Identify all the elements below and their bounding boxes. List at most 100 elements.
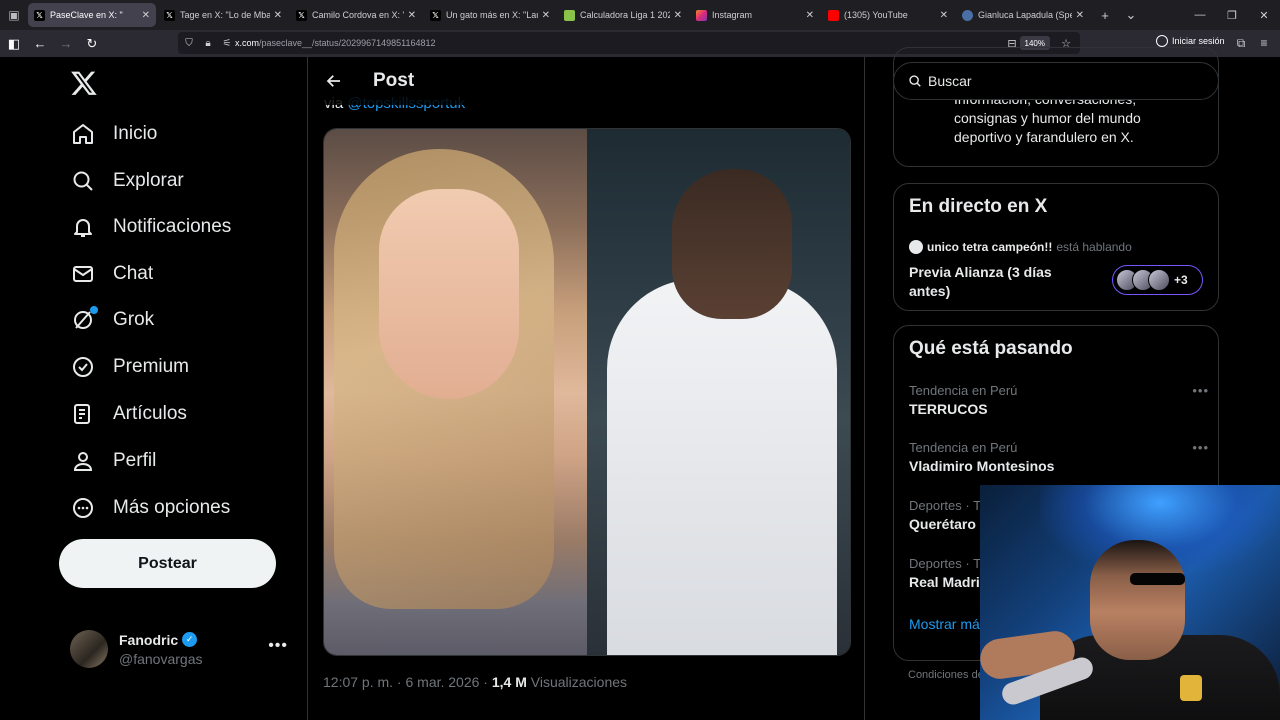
x-favicon-icon: 𝕏 [430,9,441,21]
tab-list-icon[interactable]: ▣ [0,0,28,30]
tab-label: (1305) YouTube [844,10,908,20]
space-title[interactable]: Previa Alianza (3 días antes) [909,263,1079,301]
forward-icon[interactable]: → [54,32,78,56]
menu-icon[interactable]: ≡ [1256,35,1272,51]
grok-icon [70,306,98,333]
trend-name: TERRUCOS [909,401,988,417]
permissions-icon[interactable]: ⚟ [219,35,235,51]
article-icon [70,401,96,427]
more-dots-icon[interactable]: ••• [268,637,288,655]
close-tab-icon[interactable]: ✕ [1076,10,1084,21]
account-name: Fanodric [119,631,179,648]
post-button[interactable]: Postear [59,539,276,588]
browser-tab-bar: ▣ 𝕏 PaseClave en X: " ✕ 𝕏 Tage en X: "Lo… [0,0,1280,30]
close-tab-icon[interactable]: ✕ [408,10,416,21]
browser-tab-8[interactable]: Gianluca Lapadula (Spezia) ✕ [956,3,1090,27]
shield-icon[interactable]: ⛉ [181,35,197,51]
back-arrow-icon[interactable] [317,64,351,98]
tab-label: Tage en X: "Lo de Mbappé [180,10,270,20]
minimize-icon[interactable]: — [1184,0,1216,30]
trend-meta: Tendencia en Perú [909,440,1018,455]
tab-label: Camilo Cordova en X: "Que [312,10,404,20]
listener-avatar [1148,269,1170,291]
back-icon[interactable]: ← [28,32,52,56]
trend-item[interactable]: Tendencia en Perú TERRUCOS ••• [909,383,1209,417]
search-icon [70,168,96,194]
show-more-link[interactable]: Mostrar má [909,616,980,632]
browser-tab-6[interactable]: Instagram ✕ [690,3,820,27]
browser-tab-4[interactable]: 𝕏 Un gato más en X: "Laura ✕ [424,3,556,27]
youtube-favicon-icon [828,9,839,21]
sidebar-toggle-icon[interactable]: ◧ [2,32,26,56]
trend-name: Vladimiro Montesinos [909,458,1055,474]
trend-item[interactable]: Tendencia en Perú Vladimiro Montesinos •… [909,440,1209,474]
browser-tab-2[interactable]: 𝕏 Tage en X: "Lo de Mbappé ✕ [158,3,288,27]
nav-item-articles[interactable]: Artículos [70,394,187,434]
close-tab-icon[interactable]: ✕ [806,10,814,21]
close-tab-icon[interactable]: ✕ [940,10,948,21]
webcam-overlay [980,485,1280,720]
sunglasses-shape [1130,573,1185,585]
nav-item-explore[interactable]: Explorar [70,161,184,201]
account-icon [1156,35,1168,47]
new-tab-icon[interactable]: + [1092,0,1118,30]
tab-label: Un gato más en X: "Laura [446,10,538,20]
left-nav: Inicio Explorar Notificaciones Chat Grok… [0,57,307,720]
post-media[interactable] [323,128,851,656]
tab-label: Gianluca Lapadula (Spezia) [978,10,1072,20]
views-label: Visualizaciones [526,674,628,690]
close-window-icon[interactable]: ✕ [1248,0,1280,30]
nav-item-more[interactable]: Más opciones [70,488,230,528]
search-placeholder: Buscar [928,73,972,89]
mail-icon [70,261,96,287]
close-tab-icon[interactable]: ✕ [674,10,682,21]
nav-item-grok[interactable]: Grok [70,300,154,340]
restore-icon[interactable]: ❐ [1216,0,1248,30]
live-host: unico tetra campeón!! [927,240,1053,254]
chevron-down-icon[interactable]: ⌄ [1118,0,1144,30]
close-tab-icon[interactable]: ✕ [142,10,150,21]
signin-label: Iniciar sesión [1172,36,1225,46]
post-timestamp[interactable]: 12:07 p. m. · 6 mar. 2026 · [323,674,492,690]
nav-item-premium[interactable]: Premium [70,347,189,387]
close-tab-icon[interactable]: ✕ [542,10,550,21]
verified-icon: ✓ [182,632,198,647]
home-icon [70,121,96,147]
more-dots-icon[interactable]: ••• [1192,383,1209,398]
nav-item-home[interactable]: Inicio [70,114,157,154]
listener-count: +3 [1174,273,1188,287]
search-input[interactable]: Buscar [893,62,1219,100]
live-host-line: unico tetra campeón!! está hablando [909,240,1132,254]
tab-label: PaseClave en X: " [50,10,123,20]
reload-icon[interactable]: ↻ [80,32,104,56]
nav-item-notifications[interactable]: Notificaciones [70,207,231,247]
post-meta: 12:07 p. m. · 6 mar. 2026 · 1,4 M Visual… [323,674,627,690]
instagram-favicon-icon [696,9,707,21]
verified-badge-icon [70,354,96,380]
bell-icon [70,214,96,240]
x-logo-icon[interactable] [70,69,98,97]
browser-tab-3[interactable]: 𝕏 Camilo Cordova en X: "Que ✕ [290,3,422,27]
nav-label: Chat [113,263,154,284]
nav-label: Perfil [113,450,157,471]
x-favicon-icon: 𝕏 [296,9,307,21]
trends-title: Qué está pasando [909,338,1073,359]
nav-item-profile[interactable]: Perfil [70,441,156,481]
close-tab-icon[interactable]: ✕ [274,10,282,21]
footer-links[interactable]: Condiciones de [908,669,984,681]
extensions-icon[interactable]: ⧉ [1233,35,1249,51]
space-listeners[interactable]: +3 [1112,265,1203,295]
shirt-logo [1180,675,1202,701]
lock-icon[interactable]: 🔒︎ [200,35,216,51]
browser-tab-1[interactable]: 𝕏 PaseClave en X: " ✕ [28,3,156,27]
account-switcher[interactable]: Fanodric ✓ @fanovargas ••• [60,619,300,679]
signin-button[interactable]: Iniciar sesión [1156,35,1225,47]
x-favicon-icon: 𝕏 [34,9,45,21]
nav-item-chat[interactable]: Chat [70,254,153,294]
nav-label: Explorar [113,170,184,191]
streamer-face [1090,540,1185,660]
browser-tab-7[interactable]: (1305) YouTube ✕ [822,3,954,27]
browser-tab-5[interactable]: Calculadora Liga 1 2026: ta ✕ [558,3,688,27]
url-path: /paseclave__/status/2029967149851164812 [259,38,436,48]
more-dots-icon[interactable]: ••• [1192,440,1209,455]
